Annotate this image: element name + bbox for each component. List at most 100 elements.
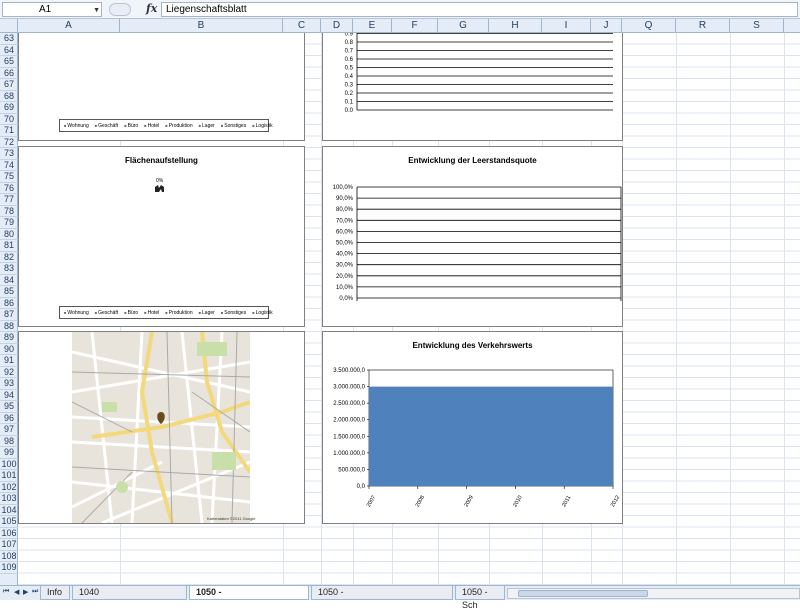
row-header[interactable]: 101 bbox=[0, 470, 18, 482]
sheet-tab-1050-active[interactable]: 1050 - bbox=[189, 586, 309, 600]
pie-slice-icon bbox=[155, 185, 164, 192]
y-tick-label: 100,0% bbox=[333, 185, 354, 191]
row-header[interactable]: 72 bbox=[0, 137, 18, 148]
row-header[interactable]: 102 bbox=[0, 482, 18, 493]
row-header[interactable]: 81 bbox=[0, 240, 18, 252]
prev-sheet-icon[interactable]: ◀ bbox=[14, 588, 19, 596]
grid-line bbox=[676, 33, 677, 585]
column-header[interactable]: J bbox=[591, 19, 622, 33]
row-header[interactable]: 94 bbox=[0, 390, 18, 401]
row-header[interactable]: 93 bbox=[0, 378, 18, 390]
horizontal-scrollbar[interactable] bbox=[507, 588, 800, 599]
column-header[interactable]: A bbox=[18, 19, 120, 33]
row-header[interactable]: 86 bbox=[0, 298, 18, 309]
chart-verkehrswert[interactable]: Entwicklung des Verkehrswerts 0,0 500.000… bbox=[322, 331, 623, 524]
row-header[interactable]: 71 bbox=[0, 125, 18, 137]
column-header[interactable]: G bbox=[438, 19, 489, 33]
row-header[interactable]: 63 bbox=[0, 33, 18, 45]
scroll-thumb[interactable] bbox=[518, 590, 648, 597]
last-sheet-icon[interactable]: ⏭ bbox=[32, 588, 38, 596]
y-tick-label: 0.6 bbox=[345, 57, 354, 63]
column-header[interactable]: Q bbox=[622, 19, 676, 33]
row-header[interactable]: 90 bbox=[0, 344, 18, 355]
row-header[interactable]: 76 bbox=[0, 183, 18, 194]
row-header[interactable]: 66 bbox=[0, 68, 18, 79]
row-header[interactable]: 64 bbox=[0, 45, 18, 56]
y-tick-label: 10,0% bbox=[336, 285, 354, 291]
column-header[interactable]: D bbox=[321, 19, 353, 33]
row-header[interactable]: 104 bbox=[0, 505, 18, 516]
row-header[interactable]: 99 bbox=[0, 447, 18, 459]
column-header[interactable]: I bbox=[542, 19, 591, 33]
column-header[interactable]: C bbox=[283, 19, 321, 33]
row-header[interactable]: 87 bbox=[0, 309, 18, 321]
row-header[interactable]: 79 bbox=[0, 217, 18, 229]
row-header[interactable]: 84 bbox=[0, 275, 18, 286]
map-box[interactable]: Kartendaten ©2011 Google bbox=[18, 331, 305, 524]
row-header[interactable]: 65 bbox=[0, 56, 18, 68]
insert-function-icon[interactable]: fx bbox=[146, 2, 157, 15]
chart-leerstandsquote[interactable]: Entwicklung der Leerstandsquote 0,0% 10,0… bbox=[322, 146, 623, 327]
row-header[interactable]: 108 bbox=[0, 551, 18, 562]
column-header[interactable]: B bbox=[120, 19, 283, 33]
row-header[interactable]: 109 bbox=[0, 562, 18, 574]
row-header[interactable]: 92 bbox=[0, 367, 18, 378]
row-header[interactable]: 82 bbox=[0, 252, 18, 263]
name-box[interactable]: A1 ▼ bbox=[2, 2, 102, 17]
row-header[interactable]: 100 bbox=[0, 459, 18, 470]
y-tick-label: 1.000.000,0 bbox=[333, 451, 365, 457]
row-header[interactable]: 80 bbox=[0, 229, 18, 240]
row-header[interactable]: 96 bbox=[0, 413, 18, 424]
row-header[interactable]: 97 bbox=[0, 424, 18, 436]
row-header[interactable]: 67 bbox=[0, 79, 18, 91]
pie-chart-top[interactable]: Wohnung Geschäft Büro Hotel Produktion L… bbox=[18, 33, 305, 141]
row-header[interactable]: 77 bbox=[0, 194, 18, 206]
formula-input[interactable]: Liegenschaftsblatt bbox=[161, 2, 798, 17]
legend-item: Produktion bbox=[165, 310, 193, 316]
select-all-corner[interactable] bbox=[0, 19, 18, 33]
y-tick-label: 40,0% bbox=[336, 252, 354, 258]
row-header[interactable]: 103 bbox=[0, 493, 18, 505]
sheet-tab-1040[interactable]: 1040 bbox=[72, 586, 187, 600]
chart-vw-svg: 0,0 500.000,0 1.000.000,0 1.500.000,0 2.000.… bbox=[333, 368, 621, 509]
formula-bar: A1 ▼ fx Liegenschaftsblatt bbox=[0, 0, 800, 19]
x-tick-label: 2009 bbox=[464, 495, 475, 509]
row-header[interactable]: 73 bbox=[0, 148, 18, 160]
first-sheet-icon[interactable]: ⏮ bbox=[3, 588, 9, 596]
chart-flaechenaufstellung[interactable]: Flächenaufstellung 0% Wohnung Geschäft B… bbox=[18, 146, 305, 327]
sheet-tab-1050-b[interactable]: 1050 - bbox=[311, 586, 453, 600]
legend-item: Hotel bbox=[144, 310, 160, 316]
worksheet-grid[interactable]: Wohnung Geschäft Büro Hotel Produktion L… bbox=[18, 33, 800, 585]
row-header[interactable]: 78 bbox=[0, 206, 18, 217]
row-header[interactable]: 88 bbox=[0, 321, 18, 332]
chevron-down-icon[interactable]: ▼ bbox=[93, 7, 100, 14]
sheet-tab-1050-sch[interactable]: 1050 - Sch bbox=[455, 586, 505, 610]
next-sheet-icon[interactable]: ▶ bbox=[23, 588, 28, 596]
row-header[interactable]: 98 bbox=[0, 436, 18, 447]
column-header[interactable]: E bbox=[353, 19, 392, 33]
row-header[interactable]: 69 bbox=[0, 102, 18, 114]
row-header[interactable]: 83 bbox=[0, 263, 18, 275]
sheet-tab-info[interactable]: Info bbox=[40, 586, 70, 600]
formula-grip-icon[interactable] bbox=[109, 3, 131, 16]
column-header[interactable]: S bbox=[730, 19, 784, 33]
column-header[interactable]: F bbox=[392, 19, 438, 33]
row-header[interactable]: 70 bbox=[0, 114, 18, 125]
row-header[interactable]: 85 bbox=[0, 286, 18, 298]
row-header[interactable]: 91 bbox=[0, 355, 18, 367]
line-chart-top[interactable]: 0.00.10.20.30.40.50.60.70.80.91.0 bbox=[322, 33, 623, 141]
row-header[interactable]: 74 bbox=[0, 160, 18, 171]
row-header[interactable]: 105 bbox=[0, 516, 18, 528]
row-header[interactable]: 75 bbox=[0, 171, 18, 183]
row-header[interactable]: 107 bbox=[0, 539, 18, 551]
row-header[interactable]: 106 bbox=[0, 528, 18, 539]
map-image[interactable] bbox=[72, 332, 250, 523]
column-header[interactable]: H bbox=[489, 19, 542, 33]
row-header[interactable]: 95 bbox=[0, 401, 18, 413]
row-header[interactable]: 68 bbox=[0, 91, 18, 102]
area-series bbox=[369, 386, 613, 486]
row-header[interactable]: 89 bbox=[0, 332, 18, 344]
column-header[interactable]: R bbox=[676, 19, 730, 33]
y-tick-label: 2.500.000,0 bbox=[333, 401, 365, 407]
chart-top-svg: 0.00.10.20.30.40.50.60.70.80.91.0 bbox=[345, 33, 613, 114]
